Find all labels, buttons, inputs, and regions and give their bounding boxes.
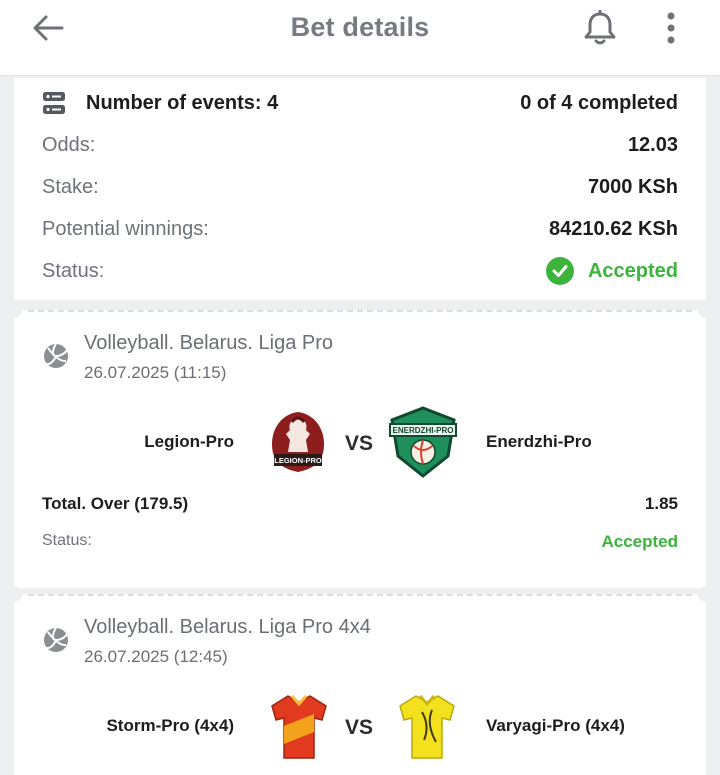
- home-team-name: Storm-Pro (4x4): [106, 716, 234, 735]
- bell-icon: [584, 10, 616, 45]
- legion-pro-logo: LEGION-PRO: [272, 412, 324, 472]
- winnings-row: Potential winnings: 84210.62 KSh: [42, 214, 678, 244]
- volleyball-icon: [44, 343, 68, 368]
- events-count: Number of events: 4: [86, 91, 279, 114]
- teams-row: Legion-Pro LEGION-PRO VS ENERDZHI-PRO En…: [14, 406, 706, 486]
- odds-row: Odds: 12.03: [42, 130, 678, 160]
- status-row: Status: Accepted: [42, 256, 678, 286]
- events-row: Number of events: 4 0 of 4 completed: [42, 88, 678, 118]
- status-value: Accepted: [587, 259, 678, 282]
- bet-summary-card: Number of events: 4 0 of 4 completed Odd…: [14, 78, 706, 300]
- completed-count: 0 of 4 completed: [520, 91, 678, 114]
- event-status-row: Status: Accepted: [42, 532, 678, 552]
- status-label: Status:: [42, 259, 105, 282]
- event-card[interactable]: Volleyball. Belarus. Liga Pro 26.07.2025…: [6, 302, 714, 588]
- more-vertical-icon: [667, 12, 675, 44]
- svg-text:LEGION-PRO: LEGION-PRO: [274, 456, 322, 465]
- away-team-name: Varyagi-Pro (4x4): [486, 716, 625, 735]
- check-circle-icon: [545, 257, 574, 285]
- event-card[interactable]: Volleyball. Belarus. Liga Pro 4x4 26.07.…: [6, 586, 714, 775]
- notifications-button[interactable]: [580, 8, 620, 48]
- bet-selection-row: Total. Over (179.5) 1.85: [42, 494, 678, 514]
- app-header: Bet details: [0, 0, 720, 76]
- event-datetime: 26.07.2025 (11:15): [84, 363, 227, 382]
- odds-label: Odds:: [42, 133, 96, 156]
- more-options-button[interactable]: [656, 8, 686, 48]
- event-status-value: Accepted: [601, 532, 678, 551]
- yellow-jersey-icon: [399, 695, 455, 759]
- odds-value: 12.03: [627, 133, 678, 156]
- winnings-label: Potential winnings:: [42, 217, 209, 240]
- stake-row: Stake: 7000 KSh: [42, 172, 678, 202]
- teams-row: Storm-Pro (4x4) VS Varyagi-Pro (4x4): [14, 690, 706, 770]
- league-name: Volleyball. Belarus. Liga Pro 4x4: [84, 616, 371, 638]
- events-list-icon: [43, 92, 65, 114]
- enerdzhi-pro-logo: ENERDZHI-PRO: [389, 406, 457, 478]
- stake-value: 7000 KSh: [587, 175, 678, 198]
- home-team-name: Legion-Pro: [144, 432, 234, 451]
- bet-odds: 1.85: [644, 494, 678, 513]
- versus-label: VS: [344, 716, 373, 739]
- red-jersey-icon: [271, 695, 327, 759]
- league-name: Volleyball. Belarus. Liga Pro: [84, 332, 334, 354]
- bet-market: Total. Over (179.5): [42, 494, 189, 513]
- event-status-label: Status:: [42, 532, 92, 549]
- away-team-name: Enerdzhi-Pro: [486, 432, 592, 451]
- event-datetime: 26.07.2025 (12:45): [84, 647, 228, 666]
- volleyball-icon: [44, 627, 68, 652]
- versus-label: VS: [344, 432, 373, 455]
- winnings-value: 84210.62 KSh: [549, 217, 678, 240]
- svg-text:ENERDZHI-PRO: ENERDZHI-PRO: [393, 426, 454, 435]
- stake-label: Stake:: [42, 175, 99, 198]
